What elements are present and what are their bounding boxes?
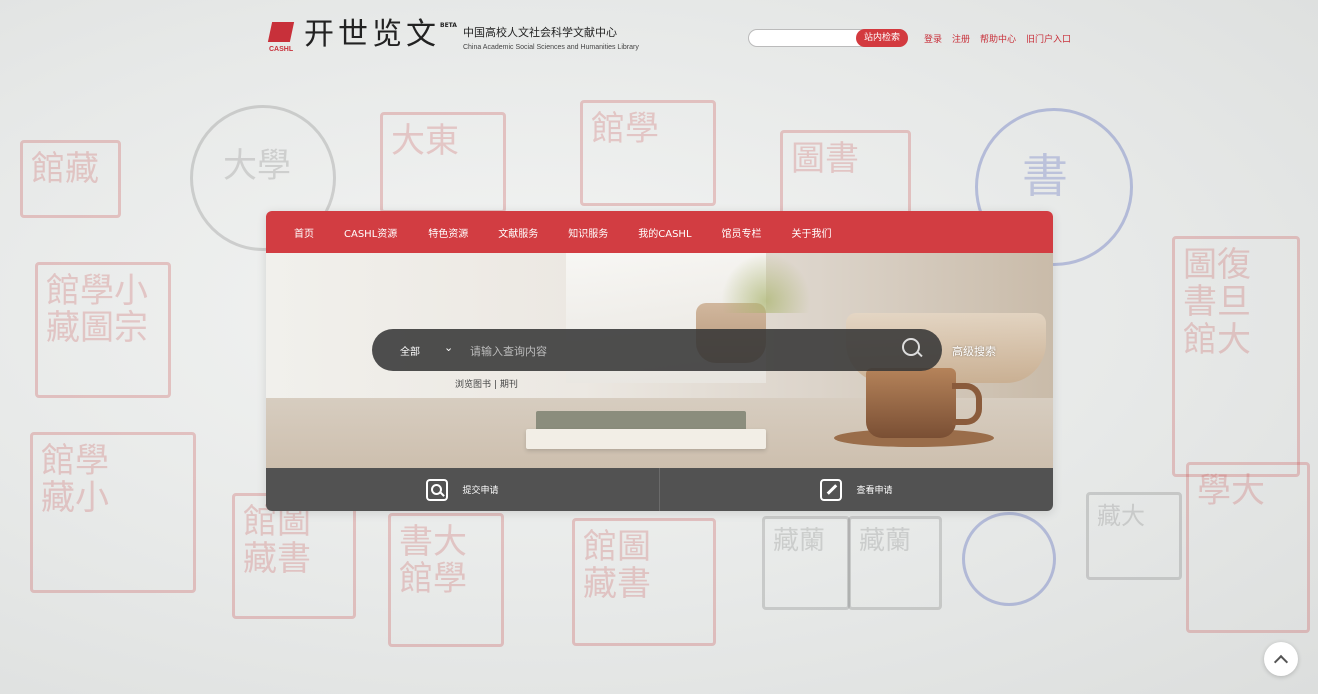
browse-separator: | (493, 380, 497, 390)
search-scope-select[interactable]: 全部 (400, 343, 420, 358)
view-requests-label: 查看申请 (856, 486, 893, 496)
subtitle-en: China Academic Social Sciences and Human… (462, 44, 639, 51)
top-links: 登录 注册 帮助中心 旧门户入口 (924, 32, 1071, 45)
main-panel: 首页 CASHL资源 特色资源 文献服务 知识服务 我的CASHL 馆员专栏 关… (266, 211, 1053, 511)
site-search: 站内检索 (748, 29, 908, 50)
decorative-seal: 學大 (1186, 462, 1310, 633)
search-document-icon (426, 478, 449, 501)
nav-cashl-resources[interactable]: CASHL资源 (344, 225, 397, 240)
submit-request-label: 提交申请 (462, 486, 499, 496)
nav-home[interactable]: 首页 (294, 225, 314, 240)
hero-cup-image (866, 368, 956, 438)
decorative-seal (962, 512, 1056, 606)
nav-document-services[interactable]: 文献服务 (498, 225, 538, 240)
subtitle-cn: 中国高校人文社会科学文献中心 (462, 26, 617, 39)
edit-icon (820, 478, 843, 501)
decorative-seal: 館學 藏小 (30, 432, 196, 593)
nav-about-us[interactable]: 关于我们 (792, 225, 832, 240)
nav-my-cashl[interactable]: 我的CASHL (638, 225, 691, 240)
decorative-seal: 書大 館學 (388, 513, 504, 647)
decorative-seal: 大東 (380, 112, 506, 213)
decorative-seal: 館圖 藏書 (232, 493, 356, 619)
hero-plant-image (721, 253, 811, 313)
help-center-link[interactable]: 帮助中心 (980, 32, 1016, 45)
logo-icon: CASHL (267, 18, 298, 53)
decorative-seal: 館學小 藏圖宗 (35, 262, 171, 398)
logo-title: 开世览文 (304, 17, 440, 52)
search-icon[interactable] (902, 338, 920, 356)
decorative-seal: 藏大 (1086, 492, 1182, 580)
site-search-input[interactable] (757, 34, 861, 50)
hero-cup-handle-image (952, 383, 982, 425)
decorative-seal: 藏蘭 (848, 516, 942, 610)
beta-badge: BETA (440, 22, 457, 29)
logo-abbr: CASHL (269, 46, 294, 53)
site-logo[interactable]: CASHL 开世览文 BETA 中国高校人文社会科学文献中心 China Aca… (267, 17, 639, 53)
site-search-button[interactable]: 站内检索 (856, 29, 908, 47)
logo-subtitle: 中国高校人文社会科学文献中心 China Academic Social Sci… (463, 24, 639, 51)
advanced-search-link[interactable]: 高级搜索 (952, 343, 996, 359)
hero-banner: 全部 ⌄ 高级搜索 浏览图书 | 期刊 (266, 253, 1053, 468)
hero-books-image (516, 403, 776, 451)
back-to-top-button[interactable] (1264, 642, 1298, 676)
submit-request-button[interactable]: 提交申请 (266, 468, 660, 511)
view-requests-button[interactable]: 查看申请 (660, 468, 1053, 511)
decorative-seal: 圖復 書旦 館大 (1172, 236, 1300, 477)
browse-journals-link[interactable]: 期刊 (500, 380, 518, 390)
main-search-bar: 全部 ⌄ (372, 329, 942, 371)
decorative-seal: 館圖 藏書 (572, 518, 716, 646)
main-nav: 首页 CASHL资源 特色资源 文献服务 知识服务 我的CASHL 馆员专栏 关… (266, 211, 1053, 253)
decorative-seal: 館藏 (20, 140, 121, 218)
decorative-seal: 藏蘭 (762, 516, 850, 610)
old-portal-link[interactable]: 旧门户入口 (1026, 32, 1071, 45)
nav-knowledge-services[interactable]: 知识服务 (568, 225, 608, 240)
main-search-input[interactable] (468, 337, 872, 365)
decorative-seal: 圖書 (780, 130, 911, 216)
login-link[interactable]: 登录 (924, 32, 942, 45)
browse-links: 浏览图书 | 期刊 (455, 377, 518, 390)
nav-librarian-column[interactable]: 馆员专栏 (722, 225, 762, 240)
register-link[interactable]: 注册 (952, 32, 970, 45)
chevron-down-icon[interactable]: ⌄ (444, 341, 453, 354)
action-bar: 提交申请 查看申请 (266, 468, 1053, 511)
nav-special-resources[interactable]: 特色资源 (428, 225, 468, 240)
decorative-seal: 館學 (580, 100, 716, 206)
browse-books-link[interactable]: 浏览图书 (455, 380, 491, 390)
